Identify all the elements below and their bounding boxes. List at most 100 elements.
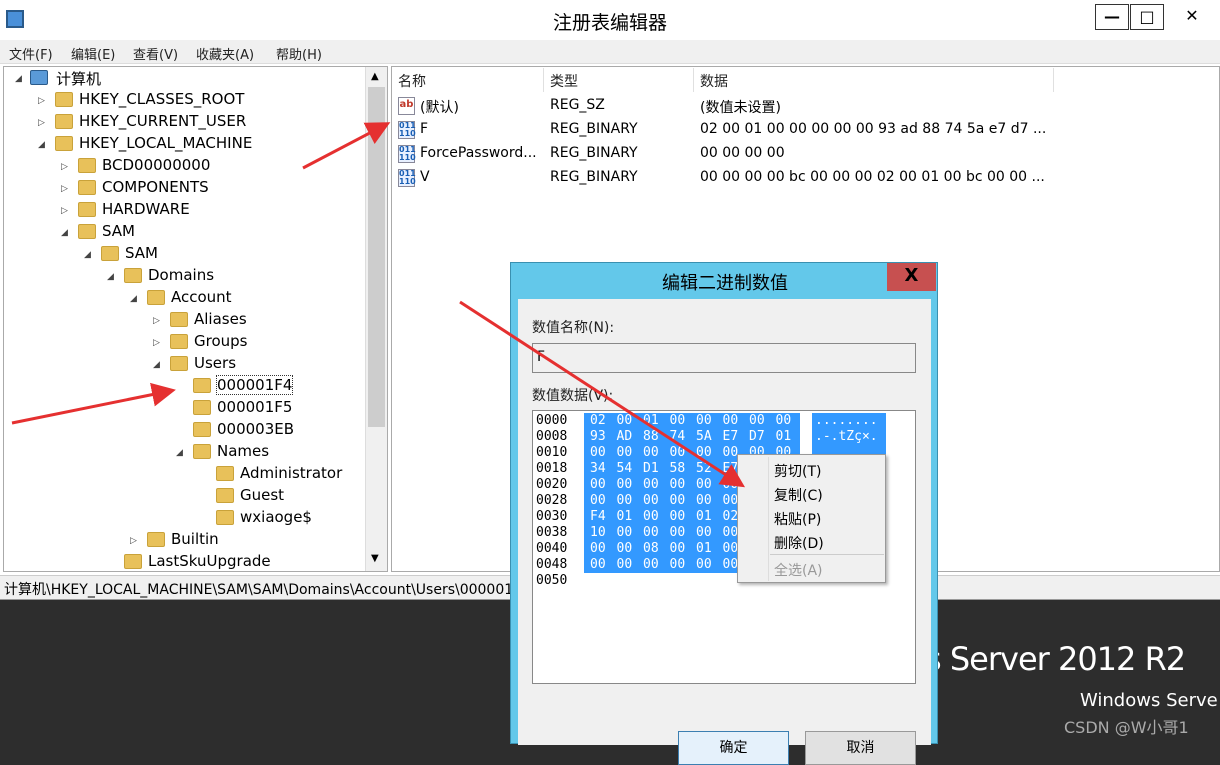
minimize-button[interactable]: — — [1095, 4, 1129, 30]
tree-item-sam[interactable]: ◢ SAM — [4, 244, 364, 266]
hex-byte[interactable]: 10 — [590, 525, 606, 540]
hex-byte[interactable]: 00 — [670, 525, 686, 540]
cancel-button[interactable]: 取消 — [805, 731, 916, 765]
tree-item-sam[interactable]: ◢ SAM — [4, 222, 364, 244]
context-menu-item[interactable]: 粘贴(P) — [774, 509, 821, 529]
hex-byte[interactable]: 00 — [696, 477, 712, 492]
hex-byte[interactable]: 02 — [590, 413, 606, 428]
hex-byte[interactable]: E7 — [723, 461, 739, 476]
hex-byte[interactable]: E7 — [723, 429, 739, 444]
hex-bytes[interactable]: 93 AD 88 74 5A E7 D7 01 — [584, 429, 800, 445]
menu-item[interactable]: 帮助(H) — [276, 44, 322, 63]
hex-bytes[interactable]: 02 00 01 00 00 00 00 00 — [584, 413, 800, 429]
column-header-name[interactable]: 名称 — [392, 68, 544, 92]
hex-byte[interactable]: 00 — [617, 493, 633, 508]
value-row[interactable]: 011 110 ForcePassword... REG_BINARY 00 00 00… — [392, 142, 1220, 166]
value-row[interactable]: 011 110 V REG_BINARY 00 00 00 00 bc 00 00 00… — [392, 166, 1220, 190]
expanded-arrow-icon[interactable]: ◢ — [38, 140, 45, 150]
hex-byte[interactable]: 00 — [617, 445, 633, 460]
hex-byte[interactable]: 01 — [643, 413, 659, 428]
hex-byte[interactable]: 01 — [617, 509, 633, 524]
hex-byte[interactable]: 00 — [696, 445, 712, 460]
menu-item[interactable]: 收藏夹(A) — [196, 44, 254, 63]
hex-row[interactable]: 0008 93 AD 88 74 5A E7 D7 01 .-.tZç×. — [536, 429, 914, 445]
hex-byte[interactable]: 00 — [590, 541, 606, 556]
tree-item-aliases[interactable]: ▷ Aliases — [4, 310, 364, 332]
hex-byte[interactable]: 00 — [723, 477, 739, 492]
collapsed-arrow-icon[interactable]: ▷ — [130, 536, 137, 546]
context-menu-item[interactable]: 剪切(T) — [774, 461, 821, 481]
hex-byte[interactable]: 00 — [670, 445, 686, 460]
hex-byte[interactable]: 00 — [643, 525, 659, 540]
hex-byte[interactable]: 00 — [617, 525, 633, 540]
hex-byte[interactable]: 00 — [749, 413, 765, 428]
collapsed-arrow-icon[interactable]: ▷ — [38, 118, 45, 128]
tree-item-hkey-local-machine[interactable]: ◢ HKEY_LOCAL_MACHINE — [4, 134, 364, 156]
hex-byte[interactable]: 00 — [670, 541, 686, 556]
hex-byte[interactable]: 00 — [590, 557, 606, 572]
hex-byte[interactable]: 00 — [696, 413, 712, 428]
hex-byte[interactable]: 00 — [643, 493, 659, 508]
hex-byte[interactable]: 00 — [670, 493, 686, 508]
tree-item-account[interactable]: ◢ Account — [4, 288, 364, 310]
value-name-field[interactable]: F — [532, 343, 916, 373]
hex-byte[interactable]: 00 — [590, 477, 606, 492]
hex-row[interactable]: 0000 02 00 01 00 00 00 00 00........ — [536, 413, 914, 429]
tree-item-000003eb[interactable]: 000003EB — [4, 420, 364, 442]
scroll-down-arrow[interactable]: ▼ — [371, 553, 379, 564]
tree-item-lastskuupgrade[interactable]: LastSkuUpgrade — [4, 552, 364, 571]
menu-item[interactable]: 文件(F) — [9, 44, 53, 63]
hex-byte[interactable]: 01 — [696, 509, 712, 524]
tree-item-hkey-current-user[interactable]: ▷ HKEY_CURRENT_USER — [4, 112, 364, 134]
hex-byte[interactable]: 01 — [696, 541, 712, 556]
hex-byte[interactable]: 00 — [643, 509, 659, 524]
maximize-button[interactable]: □ — [1130, 4, 1164, 30]
hex-byte[interactable]: 00 — [617, 477, 633, 492]
collapsed-arrow-icon[interactable]: ▷ — [61, 162, 68, 172]
hex-ascii[interactable]: .-.tZç×. — [812, 429, 886, 445]
tree-item--[interactable]: ◢ 计算机 — [4, 68, 364, 90]
tree-scrollbar[interactable]: ▲ ▼ — [365, 67, 387, 571]
hex-byte[interactable]: D1 — [643, 461, 659, 476]
hex-byte[interactable]: 00 — [617, 557, 633, 572]
hex-byte[interactable]: 00 — [723, 557, 739, 572]
collapsed-arrow-icon[interactable]: ▷ — [38, 96, 45, 106]
menu-item[interactable]: 编辑(E) — [71, 44, 115, 63]
hex-byte[interactable]: 08 — [643, 541, 659, 556]
collapsed-arrow-icon[interactable]: ▷ — [153, 338, 160, 348]
tree-item-hardware[interactable]: ▷ HARDWARE — [4, 200, 364, 222]
expanded-arrow-icon[interactable]: ◢ — [130, 294, 137, 304]
hex-byte[interactable]: 00 — [643, 557, 659, 572]
hex-byte[interactable]: 00 — [670, 413, 686, 428]
collapsed-arrow-icon[interactable]: ▷ — [61, 184, 68, 194]
hex-byte[interactable]: 00 — [723, 413, 739, 428]
dialog-close-button[interactable]: X — [887, 263, 936, 291]
hex-byte[interactable]: 00 — [643, 445, 659, 460]
hex-byte[interactable]: 00 — [696, 557, 712, 572]
hex-byte[interactable]: 00 — [723, 445, 739, 460]
hex-byte[interactable]: 00 — [670, 557, 686, 572]
tree-item-builtin[interactable]: ▷ Builtin — [4, 530, 364, 552]
hex-byte[interactable]: 93 — [590, 429, 606, 444]
ok-button[interactable]: 确定 — [678, 731, 789, 765]
hex-byte[interactable]: 00 — [723, 525, 739, 540]
column-header-data[interactable]: 数据 — [694, 68, 1054, 92]
tree-item-administrator[interactable]: Administrator — [4, 464, 364, 486]
tree-item-names[interactable]: ◢ Names — [4, 442, 364, 464]
hex-byte[interactable]: 00 — [670, 509, 686, 524]
hex-byte[interactable]: 02 — [723, 509, 739, 524]
expanded-arrow-icon[interactable]: ◢ — [153, 360, 160, 370]
scroll-thumb[interactable] — [368, 87, 385, 427]
expanded-arrow-icon[interactable]: ◢ — [107, 272, 114, 282]
context-menu-item[interactable]: 复制(C) — [774, 485, 823, 505]
tree-item-hkey-classes-root[interactable]: ▷ HKEY_CLASSES_ROOT — [4, 90, 364, 112]
hex-byte[interactable]: 88 — [643, 429, 659, 444]
tree-item-bcd00000000[interactable]: ▷ BCD00000000 — [4, 156, 364, 178]
hex-byte[interactable]: 00 — [670, 477, 686, 492]
value-row[interactable]: ab (默认) REG_SZ (数值未设置) — [392, 94, 1220, 118]
hex-byte[interactable]: 00 — [723, 541, 739, 556]
expanded-arrow-icon[interactable]: ◢ — [15, 74, 22, 84]
tree-item-groups[interactable]: ▷ Groups — [4, 332, 364, 354]
context-menu-item[interactable]: 删除(D) — [774, 533, 824, 553]
hex-byte[interactable]: 00 — [696, 493, 712, 508]
